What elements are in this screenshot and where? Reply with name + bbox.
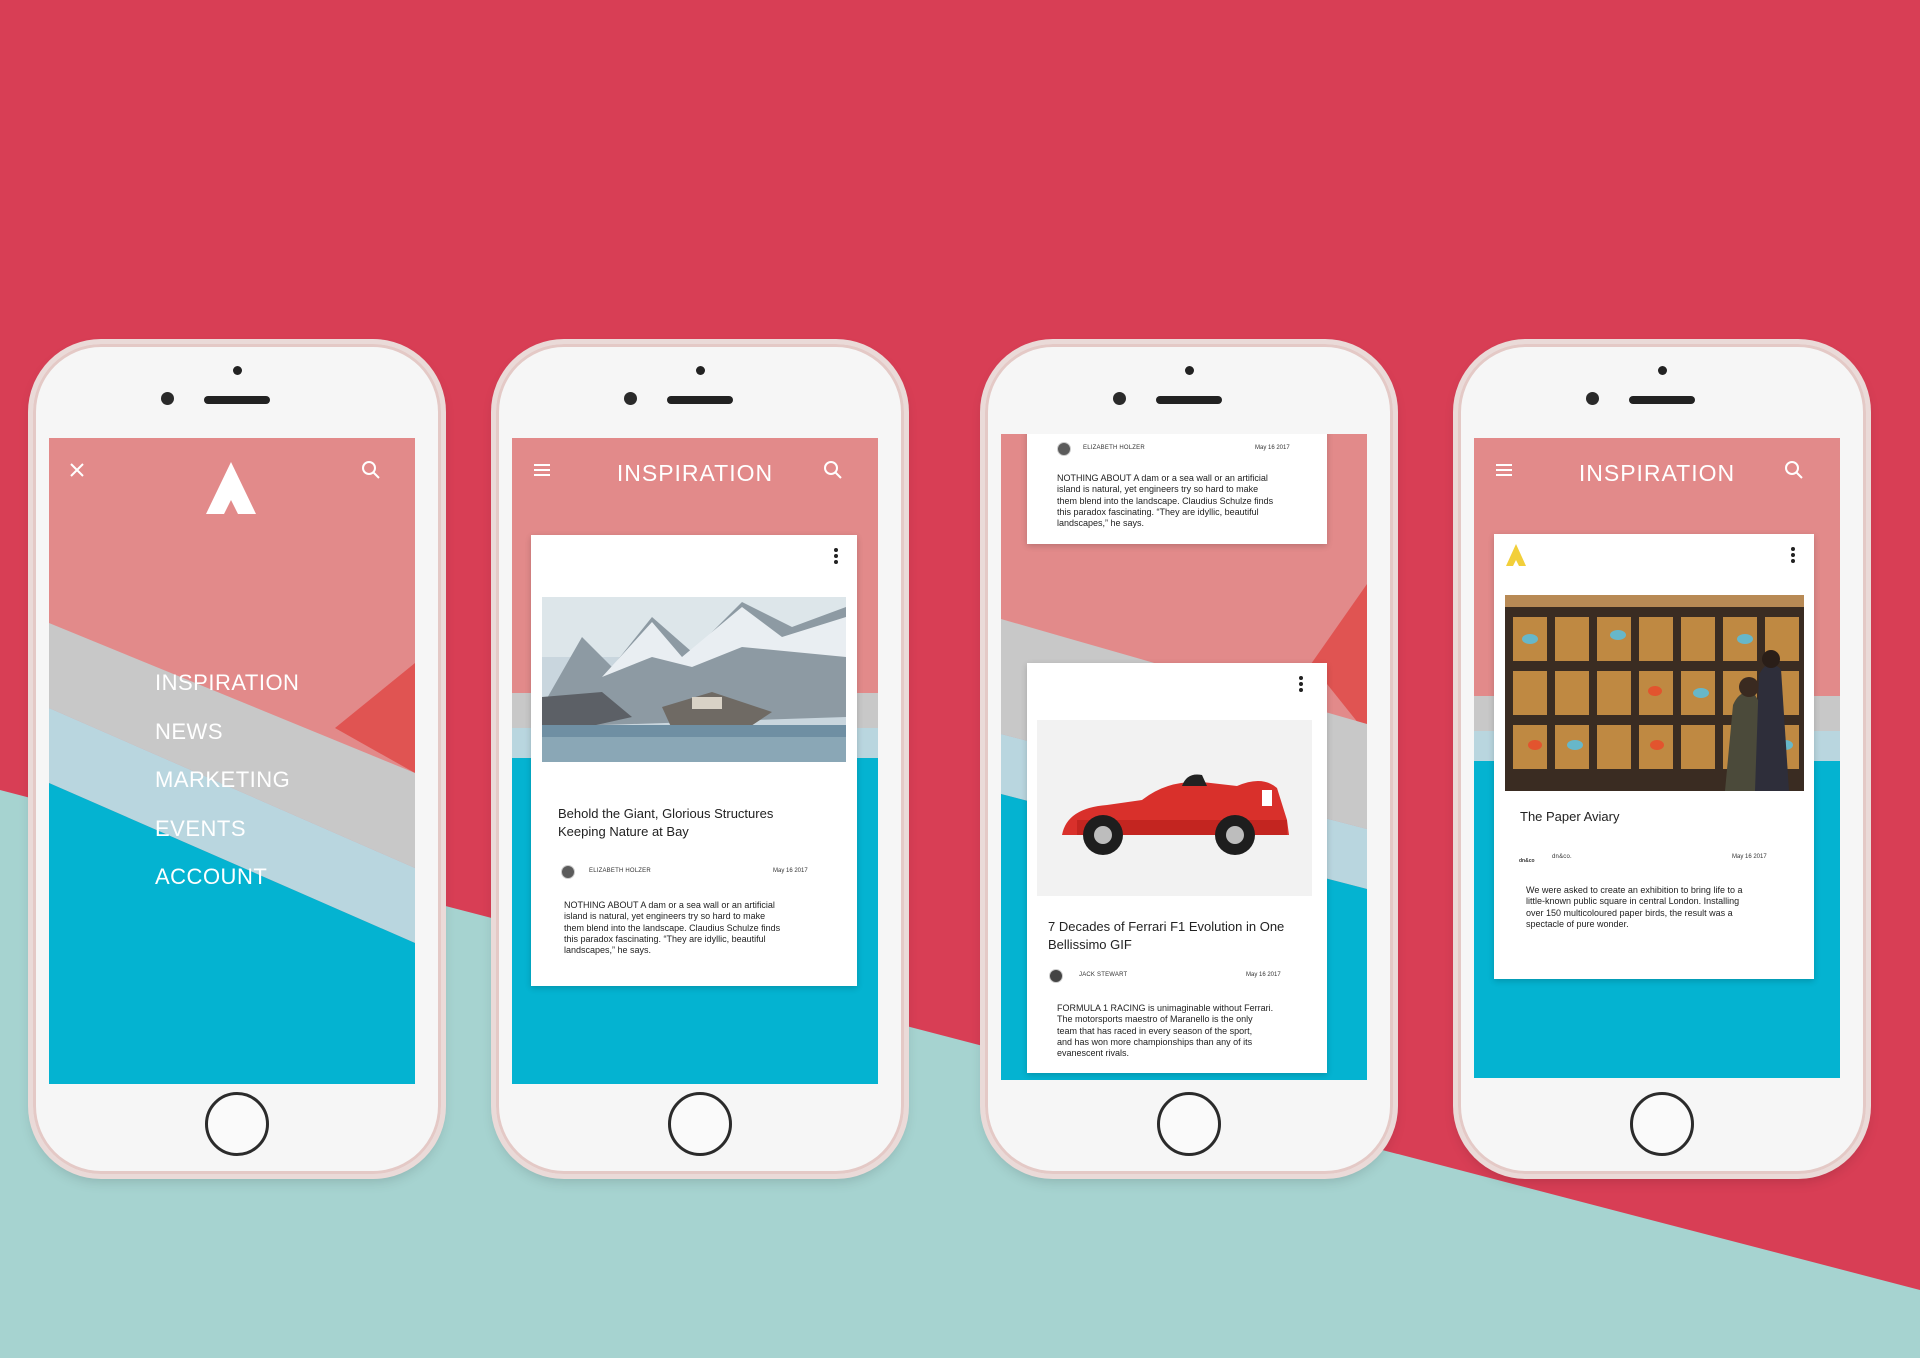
article-author: ELIZABETH HOLZER [589, 868, 651, 874]
home-button[interactable] [1157, 1092, 1221, 1156]
more-vert-icon[interactable] [1298, 676, 1304, 696]
screen: INSPIRATION NEWS MARKETING EVENTS ACCOUN… [49, 438, 415, 1084]
author-avatar [1049, 969, 1063, 983]
front-camera [624, 392, 637, 405]
article-card[interactable]: Behold the Giant, Glorious Structures Ke… [531, 535, 857, 986]
close-icon[interactable] [65, 458, 89, 482]
phone-menu: INSPIRATION NEWS MARKETING EVENTS ACCOUN… [33, 344, 441, 1174]
home-button[interactable] [1630, 1092, 1694, 1156]
screen: INSPIRATION The Paper Aviary dn&co dn&co… [1474, 438, 1840, 1078]
front-camera [1113, 392, 1126, 405]
menu-item-events[interactable]: EVENTS [155, 805, 299, 854]
more-vert-icon[interactable] [1790, 547, 1796, 567]
article-excerpt: We were asked to create an exhibition to… [1526, 885, 1743, 929]
author-avatar [1057, 442, 1071, 456]
menu-item-news[interactable]: NEWS [155, 708, 299, 757]
menu-item-marketing[interactable]: MARKETING [155, 756, 299, 805]
search-icon[interactable] [1782, 458, 1806, 482]
home-button[interactable] [668, 1092, 732, 1156]
logo-triangle-icon [1506, 544, 1526, 566]
screen: INSPIRATION Behold the Giant, Glorious S… [512, 438, 878, 1084]
article-date: May 16 2017 [1246, 972, 1281, 978]
search-icon[interactable] [359, 458, 383, 482]
article-card[interactable]: 7 Decades of Ferrari F1 Evolution in One… [1027, 663, 1327, 1073]
article-date: May 16 2017 [773, 868, 808, 874]
phone-article-feed: INSPIRATION The Paper Aviary dn&co dn&co… [1458, 344, 1866, 1174]
phone-sensor [1185, 366, 1194, 375]
phone-sensor [233, 366, 242, 375]
article-title[interactable]: Behold the Giant, Glorious Structures Ke… [558, 805, 773, 841]
earpiece-speaker [667, 396, 733, 404]
article-card-partial[interactable]: ELIZABETH HOLZER May 16 2017 NOTHING ABO… [1027, 434, 1327, 544]
phone-feed: INSPIRATION Behold the Giant, Glorious S… [496, 344, 904, 1174]
front-camera [1586, 392, 1599, 405]
menu-item-inspiration[interactable]: INSPIRATION [155, 659, 299, 708]
article-date: May 16 2017 [1255, 445, 1290, 451]
article-excerpt: FORMULA 1 RACING is unimaginable without… [1057, 1003, 1274, 1059]
menu-item-account[interactable]: ACCOUNT [155, 853, 299, 902]
earpiece-speaker [1629, 396, 1695, 404]
article-excerpt: NOTHING ABOUT A dam or a sea wall or an … [564, 900, 781, 956]
article-excerpt: NOTHING ABOUT A dam or a sea wall or an … [1057, 473, 1274, 529]
front-camera [161, 392, 174, 405]
phone-sensor [696, 366, 705, 375]
phone-sensor [1658, 366, 1667, 375]
phone-scrolled-feed: ELIZABETH HOLZER May 16 2017 NOTHING ABO… [985, 344, 1393, 1174]
logo-triangle-icon [206, 462, 256, 514]
nav-menu: INSPIRATION NEWS MARKETING EVENTS ACCOUN… [155, 659, 299, 902]
article-card[interactable]: The Paper Aviary dn&co dn&co. May 16 201… [1494, 534, 1814, 979]
article-title[interactable]: The Paper Aviary [1520, 808, 1619, 826]
article-image [542, 597, 846, 762]
search-icon[interactable] [821, 458, 845, 482]
screen: ELIZABETH HOLZER May 16 2017 NOTHING ABO… [1001, 434, 1367, 1080]
author-logo: dn&co [1519, 858, 1535, 864]
article-author: ELIZABETH HOLZER [1083, 445, 1145, 451]
article-image [1505, 595, 1804, 791]
author-avatar [561, 865, 575, 879]
article-image [1037, 720, 1312, 896]
article-author: dn&co. [1552, 854, 1572, 860]
article-author: JACK STEWART [1079, 972, 1128, 978]
earpiece-speaker [204, 396, 270, 404]
article-date: May 16 2017 [1732, 854, 1767, 860]
earpiece-speaker [1156, 396, 1222, 404]
more-vert-icon[interactable] [833, 548, 839, 568]
article-title[interactable]: 7 Decades of Ferrari F1 Evolution in One… [1048, 918, 1284, 954]
home-button[interactable] [205, 1092, 269, 1156]
